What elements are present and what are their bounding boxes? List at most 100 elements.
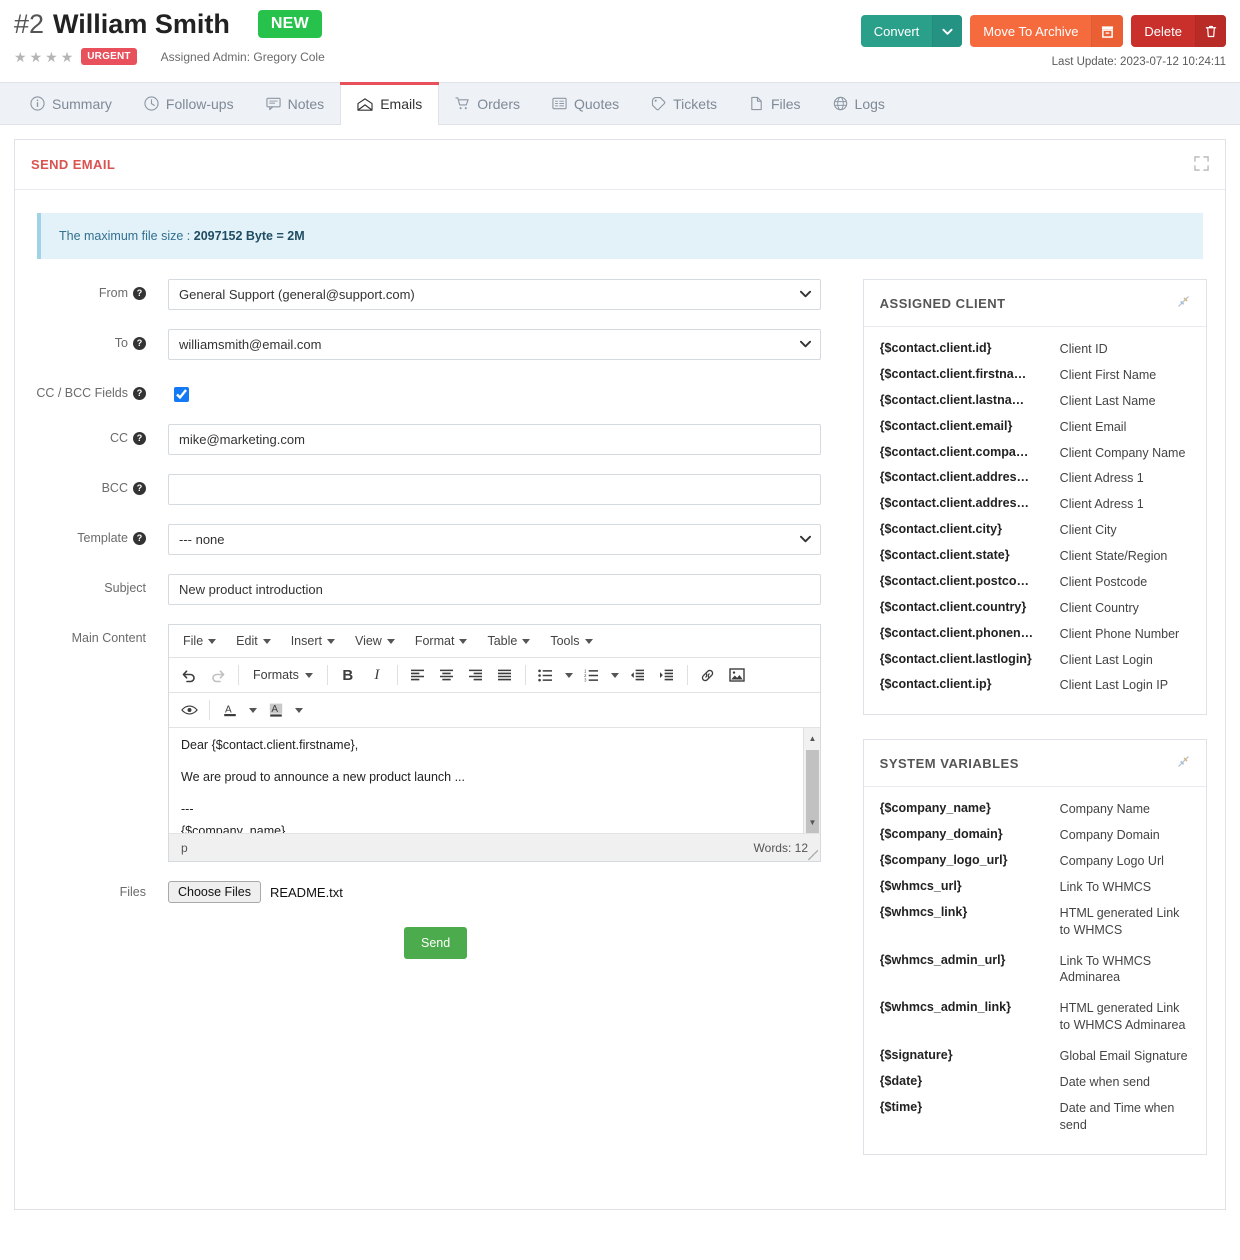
menu-label: View xyxy=(354,634,382,648)
ccbcc-checkbox[interactable] xyxy=(174,387,189,402)
numbered-list-caret-icon[interactable] xyxy=(607,662,623,688)
background-color-caret-icon[interactable] xyxy=(291,697,307,723)
tab-emails[interactable]: Emails xyxy=(340,82,440,125)
tab-orders[interactable]: Orders xyxy=(439,83,536,124)
bcc-input[interactable] xyxy=(168,474,821,505)
scroll-up-icon[interactable]: ▲ xyxy=(804,730,820,747)
variable-row[interactable]: {$company_logo_url} Company Logo Url xyxy=(880,853,1190,870)
variable-row[interactable]: {$whmcs_url} Link To WHMCS xyxy=(880,879,1190,896)
tab-quotes[interactable]: Quotes xyxy=(536,83,635,124)
align-center-icon[interactable] xyxy=(433,662,461,688)
variable-row[interactable]: {$contact.client.addres… Client Adress 1 xyxy=(880,496,1190,513)
variable-row[interactable]: {$contact.client.firstna… Client First Na… xyxy=(880,367,1190,384)
undo-icon[interactable] xyxy=(175,662,203,688)
text-color-icon[interactable]: A xyxy=(216,697,244,723)
variable-row[interactable]: {$contact.client.lastna… Client Last Name xyxy=(880,393,1190,410)
redo-icon[interactable] xyxy=(204,662,232,688)
pin-icon[interactable] xyxy=(1177,755,1190,771)
to-select[interactable]: williamsmith@email.com xyxy=(168,329,821,360)
ccbcc-control xyxy=(168,379,855,405)
italic-icon[interactable]: I xyxy=(363,662,391,688)
question-icon[interactable]: ? xyxy=(133,431,146,445)
editor-content-area[interactable]: Dear {$contact.client.firstname}, We are… xyxy=(169,728,820,833)
tab-notes[interactable]: Notes xyxy=(250,83,341,124)
tab-tickets[interactable]: Tickets xyxy=(635,83,733,124)
choose-files-button[interactable]: Choose Files xyxy=(168,881,261,903)
text-color-caret-icon[interactable] xyxy=(245,697,261,723)
question-icon[interactable]: ? xyxy=(133,531,146,545)
menu-format[interactable]: Format xyxy=(405,630,478,652)
menu-tools[interactable]: Tools xyxy=(540,630,602,652)
subject-input[interactable] xyxy=(168,574,821,605)
tab-follow-ups[interactable]: Follow-ups xyxy=(128,83,250,124)
variable-row[interactable]: {$signature} Global Email Signature xyxy=(880,1048,1190,1065)
send-button[interactable]: Send xyxy=(404,927,468,959)
variable-row[interactable]: {$company_domain} Company Domain xyxy=(880,827,1190,844)
image-icon[interactable] xyxy=(723,662,751,688)
move-to-archive-button[interactable]: Move To Archive xyxy=(970,15,1124,47)
template-select[interactable]: --- none xyxy=(168,524,821,555)
convert-button[interactable]: Convert xyxy=(860,15,963,47)
scroll-down-icon[interactable]: ▼ xyxy=(804,814,820,831)
variable-row[interactable]: {$contact.client.phonen… Client Phone Num… xyxy=(880,626,1190,643)
variable-row[interactable]: {$contact.client.city} Client City xyxy=(880,522,1190,539)
tab-files[interactable]: Files xyxy=(733,83,817,124)
align-right-icon[interactable] xyxy=(462,662,490,688)
delete-button[interactable]: Delete xyxy=(1131,15,1226,47)
variable-row[interactable]: {$contact.client.lastlogin} Client Last L… xyxy=(880,652,1190,669)
variable-row[interactable]: {$contact.client.compa… Client Company Na… xyxy=(880,445,1190,462)
question-icon[interactable]: ? xyxy=(133,481,146,495)
question-icon[interactable]: ? xyxy=(133,386,146,400)
star-icon[interactable]: ★ xyxy=(14,50,27,64)
variable-row[interactable]: {$contact.client.state} Client State/Regi… xyxy=(880,548,1190,565)
background-color-icon[interactable]: A xyxy=(262,697,290,723)
variable-row[interactable]: {$whmcs_admin_url} Link To WHMCS Adminare… xyxy=(880,953,1190,987)
align-justify-icon[interactable] xyxy=(491,662,519,688)
variable-row[interactable]: {$date} Date when send xyxy=(880,1074,1190,1091)
from-select[interactable]: General Support (general@support.com) xyxy=(168,279,821,310)
cc-input[interactable] xyxy=(168,424,821,455)
star-icon[interactable]: ★ xyxy=(61,50,74,64)
bullet-list-icon[interactable] xyxy=(532,662,560,688)
outdent-icon[interactable] xyxy=(624,662,652,688)
menu-edit[interactable]: Edit xyxy=(226,630,281,652)
formats-dropdown[interactable]: Formats xyxy=(245,662,321,688)
variable-row[interactable]: {$contact.client.id} Client ID xyxy=(880,341,1190,358)
question-icon[interactable]: ? xyxy=(133,336,146,350)
menu-file[interactable]: File xyxy=(173,630,226,652)
numbered-list-icon[interactable]: 123 xyxy=(578,662,606,688)
chevron-down-icon[interactable] xyxy=(933,15,963,47)
variable-row[interactable]: {$whmcs_admin_link} HTML generated Link t… xyxy=(880,1000,1190,1034)
variable-row[interactable]: {$time} Date and Time when send xyxy=(880,1100,1190,1134)
editor-scrollbar[interactable]: ▲ ▼ xyxy=(803,728,820,833)
tab-summary[interactable]: Summary xyxy=(14,83,128,124)
bullet-list-caret-icon[interactable] xyxy=(561,662,577,688)
tab-logs[interactable]: Logs xyxy=(817,83,901,124)
indent-icon[interactable] xyxy=(653,662,681,688)
variable-row[interactable]: {$contact.client.ip} Client Last Login IP xyxy=(880,677,1190,694)
link-icon[interactable] xyxy=(694,662,722,688)
resize-handle[interactable] xyxy=(808,850,818,860)
expand-icon[interactable] xyxy=(1194,155,1209,174)
menu-insert[interactable]: Insert xyxy=(281,630,345,652)
star-rating[interactable]: ★ ★ ★ ★ xyxy=(14,50,73,64)
variable-row[interactable]: {$company_name} Company Name xyxy=(880,801,1190,818)
variable-row[interactable]: {$whmcs_link} HTML generated Link to WHMC… xyxy=(880,905,1190,939)
question-icon[interactable]: ? xyxy=(133,286,146,300)
variable-row[interactable]: {$contact.client.postco… Client Postcode xyxy=(880,574,1190,591)
variable-desc: Client Last Login IP xyxy=(1059,678,1169,693)
align-left-icon[interactable] xyxy=(404,662,432,688)
star-icon[interactable]: ★ xyxy=(45,50,58,64)
menu-table[interactable]: Table xyxy=(477,630,540,652)
star-icon[interactable]: ★ xyxy=(30,50,43,64)
variable-row[interactable]: {$contact.client.email} Client Email xyxy=(880,419,1190,436)
bold-icon[interactable]: B xyxy=(334,662,362,688)
field-row-ccbcc: CC / BCC Fields ? xyxy=(33,379,855,405)
to-label: To xyxy=(114,336,128,350)
preview-icon[interactable] xyxy=(175,697,203,723)
variable-row[interactable]: {$contact.client.country} Client Country xyxy=(880,600,1190,617)
pin-icon[interactable] xyxy=(1177,295,1190,311)
menu-view[interactable]: View xyxy=(345,630,405,652)
variable-row[interactable]: {$contact.client.addres… Client Adress 1 xyxy=(880,470,1190,487)
variable-desc: Date and Time when send xyxy=(1059,1100,1175,1132)
